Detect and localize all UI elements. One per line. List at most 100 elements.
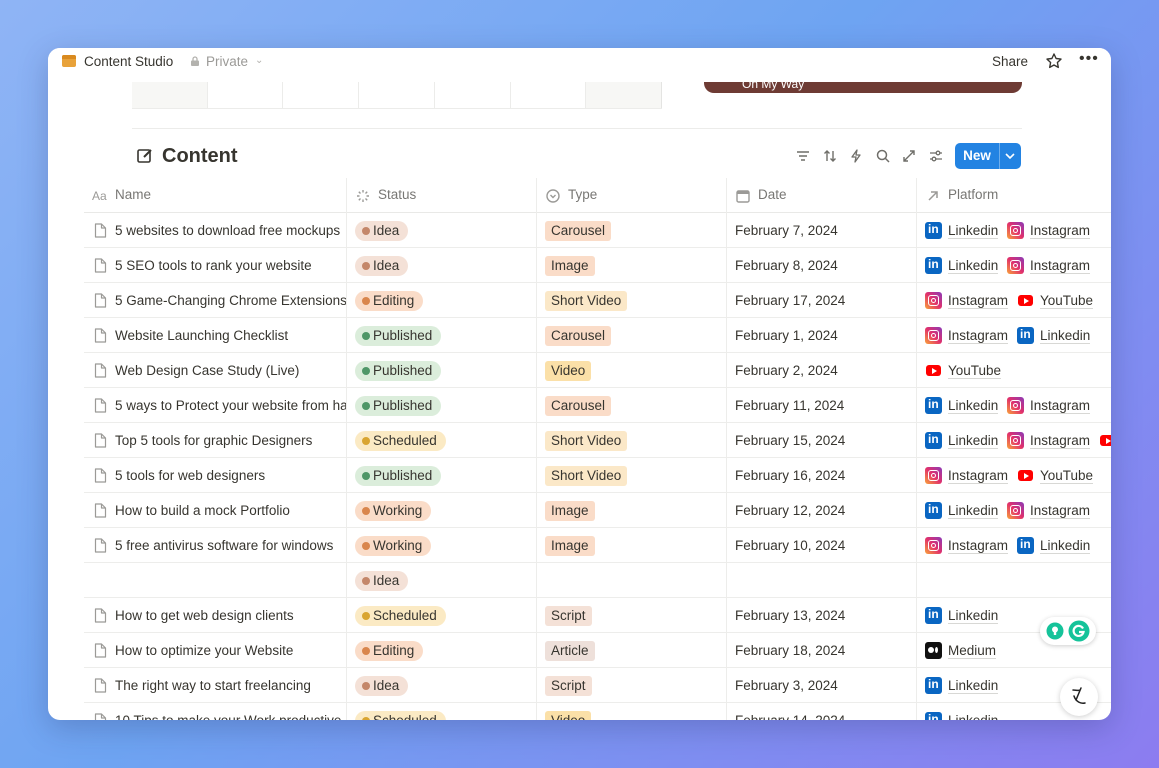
table-row[interactable]: How to get web design clients Scheduled Sc…	[84, 598, 1111, 633]
table-row[interactable]: 5 SEO tools to rank your website Idea Imag…	[84, 248, 1111, 283]
name-cell[interactable]: How to build a mock Portfolio	[84, 493, 346, 528]
date-cell[interactable]: February 2, 2024	[726, 353, 916, 388]
date-cell[interactable]: February 17, 2024	[726, 283, 916, 318]
date-cell[interactable]: February 13, 2024	[726, 598, 916, 633]
name-cell[interactable]	[84, 563, 346, 598]
status-cell[interactable]: Published	[346, 458, 536, 493]
platform-cell[interactable]: LinkedinInstagramYouTube	[916, 423, 1111, 458]
type-tag[interactable]: Video	[545, 711, 592, 720]
new-button-label[interactable]: New	[955, 143, 999, 169]
status-badge[interactable]: Idea	[355, 676, 409, 696]
type-cell[interactable]: Carousel	[536, 318, 726, 353]
type-cell[interactable]: Script	[536, 598, 726, 633]
type-tag[interactable]: Carousel	[545, 221, 612, 241]
date-cell[interactable]: February 15, 2024	[726, 423, 916, 458]
type-tag[interactable]: Carousel	[545, 326, 612, 346]
type-cell[interactable]: Image	[536, 248, 726, 283]
name-cell[interactable]: Website Launching Checklist	[84, 318, 346, 353]
database-title[interactable]: Content	[162, 145, 238, 168]
settings-sliders-icon[interactable]	[928, 148, 944, 164]
status-badge[interactable]: Working	[355, 501, 432, 521]
status-cell[interactable]: Scheduled	[346, 598, 536, 633]
name-cell[interactable]: How to get web design clients	[84, 598, 346, 633]
grammarly-icon[interactable]	[1068, 620, 1090, 642]
date-cell[interactable]: February 3, 2024	[726, 668, 916, 703]
type-tag[interactable]: Short Video	[545, 466, 628, 486]
table-row[interactable]: 5 free antivirus software for windows Wor…	[84, 528, 1111, 563]
date-cell[interactable]: February 11, 2024	[726, 388, 916, 423]
star-icon[interactable]	[1045, 52, 1063, 70]
status-cell[interactable]: Idea	[346, 213, 536, 248]
date-cell[interactable]: February 12, 2024	[726, 493, 916, 528]
type-cell[interactable]: Video	[536, 703, 726, 720]
status-cell[interactable]: Published	[346, 388, 536, 423]
type-tag[interactable]: Short Video	[545, 291, 628, 311]
type-tag[interactable]: Carousel	[545, 396, 612, 416]
type-cell[interactable]: Image	[536, 493, 726, 528]
type-cell[interactable]: Article	[536, 633, 726, 668]
type-cell[interactable]: Image	[536, 528, 726, 563]
table-row[interactable]: 5 tools for web designers Published Short …	[84, 458, 1111, 493]
row-title[interactable]: 5 Game-Changing Chrome Extensions	[115, 293, 346, 308]
table-row[interactable]: The right way to start freelancing Idea Sc…	[84, 668, 1111, 703]
table-row[interactable]: How to optimize your Website Editing Artic…	[84, 633, 1111, 668]
row-title[interactable]: 5 SEO tools to rank your website	[115, 258, 312, 273]
platform-cell[interactable]	[916, 563, 1111, 598]
expand-icon[interactable]	[901, 148, 917, 164]
type-cell[interactable]: Carousel	[536, 213, 726, 248]
type-tag[interactable]: Article	[545, 641, 595, 661]
type-tag[interactable]: Script	[545, 676, 592, 696]
status-badge[interactable]: Published	[355, 326, 442, 346]
status-badge[interactable]: Idea	[355, 221, 409, 241]
name-cell[interactable]: 5 tools for web designers	[84, 458, 346, 493]
table-row[interactable]: Idea	[84, 563, 1111, 598]
status-cell[interactable]: Published	[346, 318, 536, 353]
date-cell[interactable]: February 8, 2024	[726, 248, 916, 283]
platform-cell[interactable]: Linkedin Instagram	[916, 388, 1111, 423]
date-cell[interactable]: February 7, 2024	[726, 213, 916, 248]
type-cell[interactable]: Script	[536, 668, 726, 703]
name-cell[interactable]: 10 Tips to make your Work productive	[84, 703, 346, 720]
date-cell[interactable]: February 1, 2024	[726, 318, 916, 353]
name-cell[interactable]: 5 ways to Protect your website from hack…	[84, 388, 346, 423]
type-cell[interactable]: Short Video	[536, 283, 726, 318]
name-cell[interactable]: 5 free antivirus software for windows	[84, 528, 346, 563]
row-title[interactable]: Web Design Case Study (Live)	[115, 363, 299, 378]
lightbulb-icon[interactable]	[1046, 622, 1064, 640]
help-button[interactable]	[1060, 678, 1098, 716]
lightning-icon[interactable]	[848, 148, 864, 164]
status-cell[interactable]: Idea	[346, 563, 536, 598]
row-title[interactable]: Top 5 tools for graphic Designers	[115, 433, 312, 448]
status-badge[interactable]: Published	[355, 466, 442, 486]
type-cell[interactable]: Short Video	[536, 423, 726, 458]
status-badge[interactable]: Idea	[355, 571, 409, 591]
status-badge[interactable]: Idea	[355, 256, 409, 276]
more-options-icon[interactable]: •••	[1079, 50, 1099, 68]
name-cell[interactable]: 5 SEO tools to rank your website	[84, 248, 346, 283]
type-cell[interactable]: Video	[536, 353, 726, 388]
name-cell[interactable]: Top 5 tools for graphic Designers	[84, 423, 346, 458]
row-title[interactable]: 5 free antivirus software for windows	[115, 538, 333, 553]
table-row[interactable]: 10 Tips to make your Work productive Sche…	[84, 703, 1111, 720]
status-cell[interactable]: Working	[346, 493, 536, 528]
status-cell[interactable]: Scheduled	[346, 423, 536, 458]
status-cell[interactable]: Idea	[346, 248, 536, 283]
type-tag[interactable]: Image	[545, 536, 595, 556]
sort-icon[interactable]	[822, 148, 838, 164]
name-cell[interactable]: The right way to start freelancing	[84, 668, 346, 703]
type-cell[interactable]: Short Video	[536, 458, 726, 493]
share-button[interactable]: Share	[992, 54, 1028, 69]
type-tag[interactable]: Image	[545, 256, 595, 276]
date-cell[interactable]: February 10, 2024	[726, 528, 916, 563]
status-badge[interactable]: Scheduled	[355, 431, 446, 451]
status-cell[interactable]: Idea	[346, 668, 536, 703]
name-cell[interactable]: 5 Game-Changing Chrome Extensions	[84, 283, 346, 318]
search-icon[interactable]	[875, 148, 891, 164]
music-card[interactable]: On My Way	[704, 82, 1022, 93]
status-badge[interactable]: Working	[355, 536, 432, 556]
status-badge[interactable]: Editing	[355, 641, 424, 661]
privacy-status[interactable]: Private	[206, 54, 248, 69]
type-tag[interactable]: Video	[545, 361, 592, 381]
platform-cell[interactable]: YouTube	[916, 353, 1111, 388]
column-header-platform[interactable]: Platform	[916, 178, 1111, 213]
